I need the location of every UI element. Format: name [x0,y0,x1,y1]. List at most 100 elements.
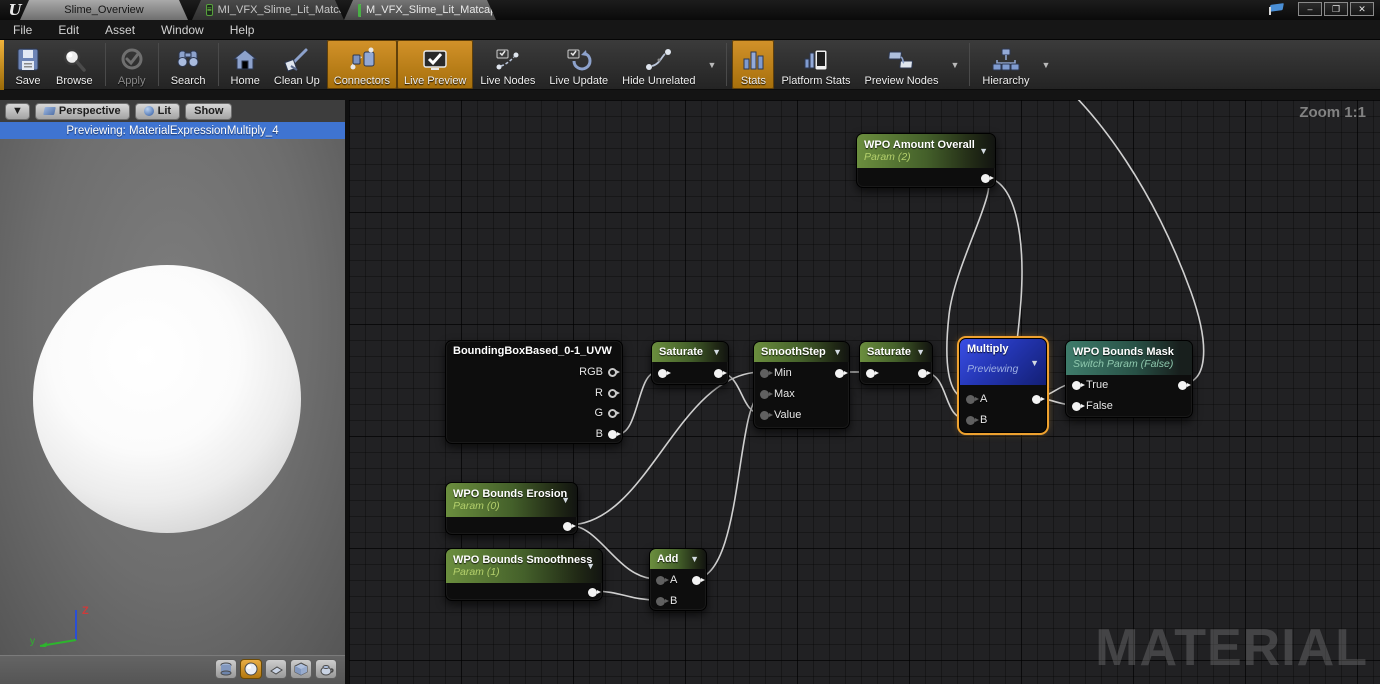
menu-help[interactable]: Help [217,23,268,37]
input-pin[interactable] [760,389,773,399]
node-header[interactable]: Saturate ▼ [652,342,728,362]
node-wpo-bounds-smoothness[interactable]: WPO Bounds Smoothness Param (1) ▼ [445,548,603,601]
output-pin-row[interactable] [1178,376,1191,394]
tab-slime-overview[interactable]: Slime_Overview [20,0,188,20]
output-pin[interactable] [692,575,705,585]
hide-unrelated-options-caret[interactable]: ▼ [703,40,722,89]
chevron-down-icon[interactable]: ▼ [712,347,721,357]
input-pin-row[interactable]: A [966,390,987,408]
output-pin-row[interactable] [692,571,705,589]
node-saturate-2[interactable]: Saturate ▼ [859,341,933,385]
stats-button[interactable]: Stats [732,40,775,89]
preview-shape-cylinder-button[interactable] [215,659,237,679]
input-pin-row[interactable]: Max [760,385,795,403]
tab-m-vfx-slime-lit-matcap[interactable]: M_VFX_Slime_Lit_Matcap ✕ [344,0,496,20]
output-pin[interactable] [588,587,601,597]
node-header[interactable]: WPO Bounds Mask Switch Param (False) [1066,341,1192,375]
hide-unrelated-button[interactable]: Hide Unrelated [615,40,702,89]
node-add[interactable]: Add ▼ A B [649,548,707,611]
output-pin-row[interactable] [563,517,576,535]
output-pin-row[interactable] [714,364,727,382]
viewport-options-button[interactable]: ▼ [5,102,30,120]
output-pin[interactable] [1032,394,1045,404]
chevron-down-icon[interactable]: ▼ [979,146,988,156]
preview-shape-cube-button[interactable] [290,659,312,679]
material-graph-canvas[interactable]: MATERIAL Zoom 1:1 WPO Amount Overall Par… [349,100,1380,684]
input-pin[interactable] [866,368,879,378]
input-pin-row[interactable]: B [656,592,677,610]
input-pin-row[interactable]: A [656,571,677,589]
search-button[interactable]: Search [164,40,213,89]
chevron-down-icon[interactable]: ▼ [916,347,925,357]
preview-shape-plane-button[interactable] [265,659,287,679]
tab-mi-vfx-slime-lit-matcap[interactable]: ≡ MI_VFX_Slime_Lit_Matcap ✕ [192,0,344,20]
live-preview-button[interactable]: Live Preview [397,40,474,89]
output-pin-row[interactable] [981,169,994,187]
node-boundingboxbased-uvw[interactable]: BoundingBoxBased_0-1_UVW RGB R G B [445,340,623,444]
chevron-down-icon[interactable]: ▼ [586,561,595,571]
chevron-down-icon[interactable]: ▼ [1030,358,1039,368]
connectors-button[interactable]: Connectors [326,40,398,89]
close-button[interactable]: ✕ [1350,2,1374,16]
input-pin[interactable] [760,410,773,420]
node-header[interactable]: WPO Bounds Smoothness Param (1) ▼ [446,549,602,583]
live-nodes-button[interactable]: Live Nodes [473,40,542,89]
input-pin-row[interactable] [658,364,671,382]
input-pin[interactable] [656,596,669,606]
live-update-button[interactable]: Live Update [542,40,615,89]
output-pin[interactable] [1178,380,1191,390]
browse-button[interactable]: Browse [49,40,100,89]
output-pin[interactable] [608,388,620,398]
input-pin-row[interactable]: Value [760,406,801,424]
input-pin[interactable] [1072,401,1085,411]
node-multiply[interactable]: Multiply Previewing ▼ A B [959,338,1047,433]
output-pin-row[interactable]: R [595,384,620,402]
node-wpo-amount-overall[interactable]: WPO Amount Overall Param (2) ▼ [856,133,996,188]
menu-window[interactable]: Window [148,23,217,37]
show-button[interactable]: Show [185,102,233,120]
output-pin[interactable] [608,408,620,418]
output-pin[interactable] [714,368,727,378]
chevron-down-icon[interactable]: ▼ [833,347,842,357]
clean-up-button[interactable]: Clean Up [267,40,327,89]
output-pin[interactable] [608,429,621,439]
node-saturate-1[interactable]: Saturate ▼ [651,341,729,385]
save-button[interactable]: Save [7,40,49,89]
lit-button[interactable]: Lit [134,102,181,120]
node-header[interactable]: WPO Bounds Erosion Param (0) ▼ [446,483,577,517]
minimize-button[interactable]: – [1298,2,1322,16]
chevron-down-icon[interactable]: ▼ [561,495,570,505]
output-pin[interactable] [563,521,576,531]
node-header[interactable]: WPO Amount Overall Param (2) ▼ [857,134,995,168]
input-pin[interactable] [656,575,669,585]
hierarchy-button[interactable]: Hierarchy [975,40,1036,89]
input-pin-row[interactable] [866,364,879,382]
node-smoothstep[interactable]: SmoothStep ▼ Min Max Value [753,341,850,429]
input-pin-row[interactable]: True [1072,376,1108,394]
input-pin-row[interactable]: False [1072,397,1113,415]
input-pin[interactable] [966,394,979,404]
preview-nodes-button[interactable]: Preview Nodes [858,40,946,89]
output-pin[interactable] [835,368,848,378]
output-pin-row[interactable] [588,583,601,601]
preview-shape-teapot-button[interactable] [315,659,337,679]
menu-edit[interactable]: Edit [45,23,92,37]
output-pin-row[interactable]: RGB [579,363,620,381]
output-pin-row[interactable] [918,364,931,382]
input-pin-row[interactable]: Min [760,364,792,382]
node-wpo-bounds-erosion[interactable]: WPO Bounds Erosion Param (0) ▼ [445,482,578,535]
hierarchy-options-caret[interactable]: ▼ [1037,40,1056,89]
restore-button[interactable]: ❐ [1324,2,1348,16]
output-pin[interactable] [918,368,931,378]
preview-3d-view[interactable]: Z y [0,139,345,655]
node-header[interactable]: Multiply Previewing ▼ [960,339,1046,385]
input-pin[interactable] [1072,380,1085,390]
node-header[interactable]: SmoothStep ▼ [754,342,849,362]
chevron-down-icon[interactable]: ▼ [690,554,699,564]
menu-asset[interactable]: Asset [92,23,148,37]
node-header[interactable]: BoundingBoxBased_0-1_UVW [446,341,622,361]
output-pin-row[interactable]: B [596,425,621,443]
node-wpo-bounds-mask[interactable]: WPO Bounds Mask Switch Param (False) Tru… [1065,340,1193,418]
perspective-button[interactable]: Perspective [34,102,130,120]
output-pin-row[interactable]: G [594,404,620,422]
